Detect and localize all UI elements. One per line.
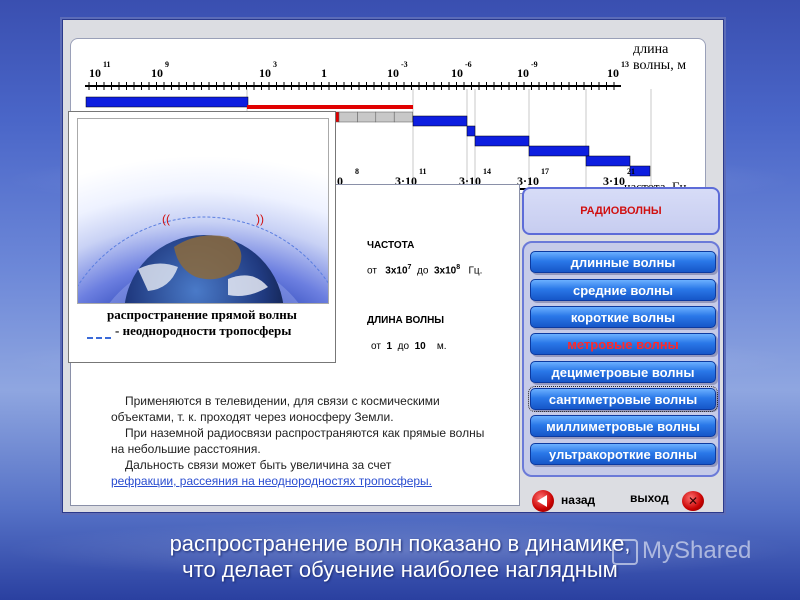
meter-waves-button[interactable]: метровые волны bbox=[530, 333, 716, 355]
wavelength-tick-exponent: 13 bbox=[621, 60, 629, 69]
wavelength-range: от 1 до 10 м. bbox=[371, 341, 447, 352]
wavelength-tick-exponent: -9 bbox=[531, 60, 538, 69]
illustration-caption: распространение прямой волны bbox=[107, 307, 297, 322]
app-window: 10 11 10 9 10 3 1 10 -3 10 -6 10 -9 10 13 10 8 3·10 11 3·1… bbox=[60, 17, 726, 515]
frequency-tick-exponent: 8 bbox=[355, 167, 359, 176]
frequency-tick-exponent: 14 bbox=[483, 167, 491, 176]
wavelength-axis: 10111091031 10-310-610-91013 bbox=[85, 60, 629, 90]
spectrum-band bbox=[412, 115, 468, 127]
centimeter-waves-button[interactable]: сантиметровые волны bbox=[528, 386, 718, 412]
wavelength-axis-label: длина волны, м bbox=[633, 42, 687, 73]
wave-type-menu: длинные волны средние волны короткие вол… bbox=[522, 241, 720, 477]
exit-label[interactable]: выход bbox=[630, 491, 669, 505]
frequency-tick-exponent: 11 bbox=[419, 167, 427, 176]
wavelength-tick-label: 1 bbox=[321, 66, 327, 80]
wavelength-heading: ДЛИНА ВОЛНЫ bbox=[367, 315, 445, 326]
medium-waves-button[interactable]: средние волны bbox=[530, 279, 716, 301]
decimeter-waves-button[interactable]: дециметровые волны bbox=[530, 361, 716, 383]
wavelength-tick-label: 10 bbox=[517, 66, 529, 80]
frequency-tick-exponent: 17 bbox=[541, 167, 549, 176]
short-waves-button[interactable]: короткие волны bbox=[530, 306, 716, 328]
back-label[interactable]: назад bbox=[561, 493, 595, 507]
wavelength-tick-exponent: 9 bbox=[165, 60, 169, 69]
millimeter-waves-button[interactable]: миллиметровые волны bbox=[530, 415, 716, 437]
long-wave-band bbox=[85, 96, 249, 108]
watermark: MyShared bbox=[612, 537, 751, 565]
svg-text:((: (( bbox=[162, 212, 170, 226]
frequency-tick-label: 3·10 bbox=[603, 174, 625, 188]
radio-band-red bbox=[247, 105, 413, 109]
radio-waves-title: РАДИОВОЛНЫ bbox=[522, 187, 720, 235]
earth-image: (( )) bbox=[77, 118, 329, 304]
description-text: Применяются в телевидении, для связи с к… bbox=[111, 394, 485, 488]
troposphere-legend-line bbox=[87, 337, 111, 339]
radio-subband bbox=[357, 111, 377, 123]
wavelength-tick-label: 10 bbox=[387, 66, 399, 80]
svg-text:)): )) bbox=[256, 212, 264, 226]
frequency-heading: ЧАСТОТА bbox=[367, 240, 415, 251]
wavelength-tick-label: 10 bbox=[451, 66, 463, 80]
long-waves-button[interactable]: длинные волны bbox=[530, 251, 716, 273]
watermark-logo-icon bbox=[612, 538, 638, 565]
radio-subband bbox=[338, 111, 358, 123]
radio-subband bbox=[393, 111, 413, 123]
back-arrow-icon[interactable] bbox=[532, 490, 554, 512]
frequency-range: от 3х107 до 3х108 Гц. bbox=[367, 264, 483, 277]
wavelength-tick-exponent: -3 bbox=[401, 60, 408, 69]
spectrum-band bbox=[466, 125, 476, 137]
spectrum-band bbox=[528, 145, 590, 157]
spectrum-band bbox=[585, 155, 631, 167]
wavelength-tick-label: 10 bbox=[89, 66, 101, 80]
wavelength-tick-label: 10 bbox=[259, 66, 271, 80]
spectrum-band bbox=[474, 135, 530, 147]
refraction-link[interactable]: рефракции, рассеяния на неоднородностях … bbox=[111, 474, 432, 488]
illustration-legend: - неоднородности тропосферы bbox=[115, 323, 292, 338]
ultrashort-waves-button[interactable]: ультракороткие волны bbox=[530, 443, 716, 465]
wavelength-tick-exponent: -6 bbox=[465, 60, 472, 69]
wavelength-tick-label: 10 bbox=[607, 66, 619, 80]
radio-subband bbox=[375, 111, 395, 123]
propagation-illustration: (( )) распространение прямой волны - нео… bbox=[68, 111, 336, 363]
wavelength-tick-exponent: 3 bbox=[273, 60, 277, 69]
exit-icon[interactable]: ✕ bbox=[682, 491, 704, 511]
wavelength-tick-exponent: 11 bbox=[103, 60, 111, 69]
wavelength-tick-label: 10 bbox=[151, 66, 163, 80]
frequency-tick-exponent: 21 bbox=[627, 167, 635, 176]
frequency-tick-label: 3·10 bbox=[517, 174, 539, 188]
